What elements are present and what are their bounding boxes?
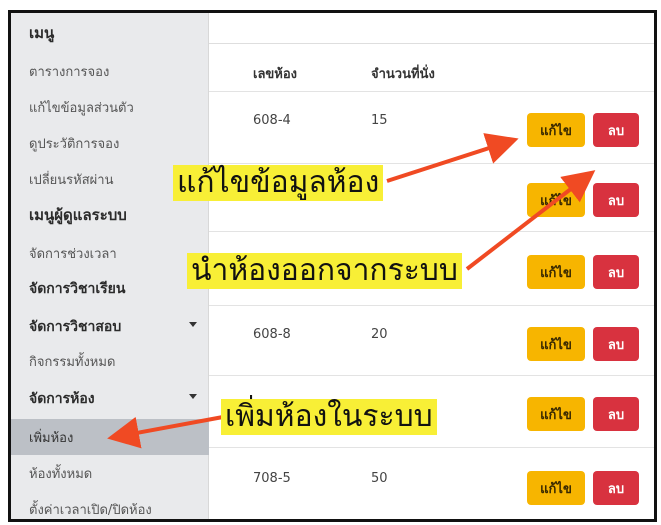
arrow-to-add-room-icon	[107, 415, 224, 449]
arrow-to-edit-icon	[386, 133, 519, 183]
callout-edit-room: แก้ไขข้อมูลห้อง	[173, 165, 384, 201]
app-window: เมนู ตารางการจอง แก้ไขข้อมูลส่วนตัว ดูปร…	[8, 10, 657, 522]
arrow-to-delete-icon	[465, 170, 596, 271]
callout-remove-room: นำห้องออกจากระบบ	[187, 253, 462, 289]
callout-add-room: เพิ่มห้องในระบบ	[221, 399, 437, 435]
